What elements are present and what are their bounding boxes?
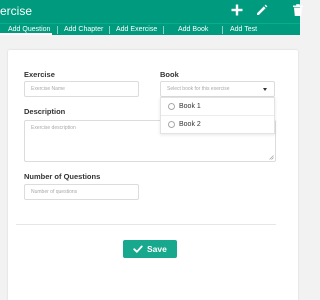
radio-icon[interactable] [168, 103, 175, 110]
tab-divider [222, 26, 223, 34]
save-button[interactable]: Save [123, 240, 177, 258]
book-option-label: Book 2 [179, 121, 201, 128]
radio-icon[interactable] [168, 121, 175, 128]
book-select-placeholder: Select book for this exercise [167, 86, 230, 92]
book-dropdown: Book 1 Book 2 [160, 97, 275, 134]
number-of-questions-placeholder: Number of questions [31, 189, 78, 195]
book-option[interactable]: Book 1 [161, 98, 274, 116]
book-option[interactable]: Book 2 [161, 116, 274, 134]
book-label: Book [160, 70, 179, 79]
active-tab-indicator [0, 33, 52, 35]
tab-add-exercise[interactable]: Add Exercise [116, 24, 157, 35]
tab-add-test[interactable]: Add Test [230, 24, 257, 35]
app-bar: ercise [0, 0, 303, 23]
page-title: ercise [0, 4, 33, 18]
trash-icon[interactable] [291, 3, 305, 17]
description-placeholder: Exercise description [31, 125, 76, 131]
tab-add-book[interactable]: Add Book [178, 24, 208, 35]
tab-add-chapter[interactable]: Add Chapter [64, 24, 103, 35]
tab-divider [109, 26, 110, 34]
number-of-questions-input[interactable]: Number of questions [24, 184, 139, 200]
pencil-icon[interactable] [255, 3, 269, 17]
exercise-label: Exercise [24, 70, 55, 79]
book-select[interactable]: Select book for this exercise [160, 81, 275, 97]
tab-divider [163, 26, 164, 34]
save-button-label: Save [147, 244, 167, 254]
form-divider [16, 224, 276, 225]
book-option-label: Book 1 [179, 103, 201, 110]
plus-icon[interactable] [230, 3, 244, 17]
description-label: Description [24, 107, 66, 116]
tab-divider [57, 26, 58, 34]
exercise-form-card: Exercise Exercise Name Description Exerc… [8, 50, 298, 300]
exercise-name-input[interactable]: Exercise Name [24, 81, 139, 97]
tab-bar: Add Question Add Chapter Add Exercise Ad… [0, 23, 300, 35]
check-icon [133, 245, 143, 253]
resize-handle-icon[interactable] [269, 155, 274, 160]
exercise-name-placeholder: Exercise Name [31, 86, 65, 92]
number-of-questions-label: Number of Questions [24, 172, 101, 181]
chevron-down-icon[interactable] [263, 88, 267, 91]
